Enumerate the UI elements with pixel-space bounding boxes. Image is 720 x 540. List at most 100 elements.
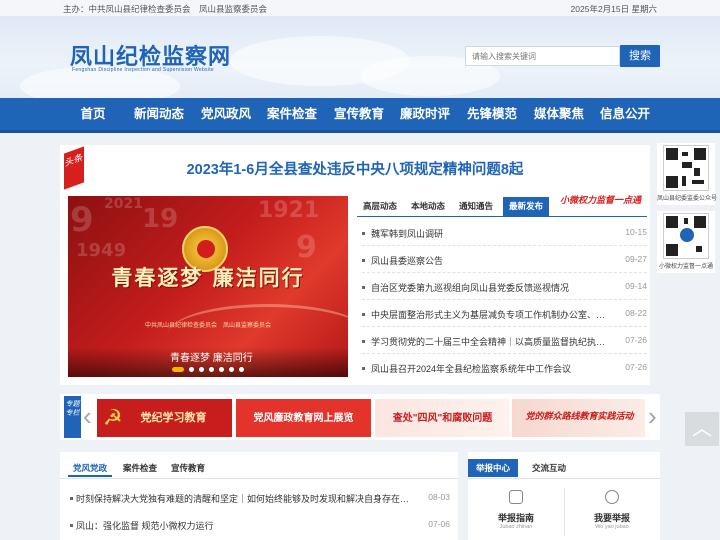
special-topics-label: 专题专栏 (64, 396, 81, 438)
topic-banner-mass-line[interactable]: 党的群众路线教育实践活动 (512, 399, 645, 437)
list-item[interactable]: 凤山县召开2024年全县纪检监察系统年中工作会议 07-26 (362, 362, 647, 376)
main-nav: 首页 新闻动态 党风政风 案件检查 宣传教育 廉政时评 先锋模范 媒体聚焦 信息… (0, 98, 720, 133)
decor-number: 9 (70, 200, 94, 240)
news-title[interactable]: 魏军韩到凤山调研 (371, 227, 606, 240)
tab-divider (60, 478, 458, 479)
news-title[interactable]: 凤山县召开2024年全县纪检监察系统年中工作会议 (371, 362, 606, 375)
back-to-top-icon[interactable]: ︿ (685, 412, 719, 446)
slide-calligraphy: 青春逐梦 廉洁同行 (111, 265, 305, 290)
decor-number: 2021 (104, 196, 143, 212)
decor-number: 1921 (258, 198, 320, 223)
slide-dot[interactable] (189, 367, 194, 372)
topic-banner-four-winds[interactable]: 查处"四风"和腐败问题 (375, 399, 510, 437)
tab-divider (468, 478, 660, 479)
tab-publicity[interactable]: 宣传教育 (166, 459, 210, 477)
tab-local-news[interactable]: 本地动态 (405, 197, 451, 216)
news-date: 07-06 (428, 519, 450, 529)
news-date: 10-15 (625, 227, 647, 237)
tab-party-style[interactable]: 党风党政 (68, 459, 112, 477)
slide-indicators (172, 364, 249, 375)
nav-item-publicity[interactable]: 宣传教育 (329, 98, 389, 130)
news-date: 09-27 (625, 254, 647, 264)
slide-caption[interactable]: 青春逐梦 廉洁同行 (170, 349, 253, 364)
tab-top-level-news[interactable]: 高层动态 (357, 197, 403, 216)
site-header: 凤山纪检监察网 Fengshan Discipline Inspection a… (0, 16, 720, 98)
nav-item-home[interactable]: 首页 (63, 98, 123, 130)
nav-item-party-style[interactable]: 党风政风 (196, 98, 256, 130)
tab-latest-releases[interactable]: 最新发布 (503, 197, 549, 216)
news-title[interactable]: 凤山县委巡察公告 (371, 254, 606, 267)
tab-underline (357, 216, 647, 217)
topic-banner-title: 党纪学习教育 (140, 412, 207, 424)
qr-label: 小微权力监督一点通 (658, 264, 713, 270)
qr-label: 凤山县纪委监委公众号 (657, 196, 718, 202)
slide-dot[interactable] (219, 367, 224, 372)
topic-banner-integrity-exhibition[interactable]: 党风廉政教育网上展览 (236, 399, 371, 437)
nav-item-news[interactable]: 新闻动态 (129, 98, 189, 130)
decor-number: 1949 (76, 240, 127, 261)
report-guide-button[interactable]: 举报指南 Jubao zhinan (468, 486, 564, 540)
current-date: 2025年2月15日 星期六 (570, 4, 657, 14)
nav-item-pioneers[interactable]: 先锋模范 (462, 98, 522, 130)
news-date: 08-22 (625, 308, 647, 318)
micro-power-link[interactable]: 小微权力监督一点通 (560, 193, 641, 206)
service-subtitle: Jubao zhinan (499, 524, 533, 530)
nav-item-info-disclosure[interactable]: 信息公开 (595, 98, 655, 130)
slide-org-text: 中共凤山县纪律检查委员会 凤山县监察委员会 (144, 323, 271, 329)
service-title: 我要举报 (593, 513, 630, 523)
news-date: 08-03 (428, 492, 450, 502)
document-icon (509, 490, 523, 504)
news-title[interactable]: 凤山：强化监督 规范小微权力运行 (76, 519, 416, 532)
slide-dot[interactable] (172, 367, 184, 372)
tab-report-center[interactable]: 举报中心 (468, 459, 518, 477)
search-button[interactable]: 搜索 (620, 45, 660, 67)
list-item[interactable]: 中央层面整治形式主义为基层减负专项工作机制办公室、… 08-22 (362, 308, 647, 322)
tab-case-inspection[interactable]: 案件检查 (118, 459, 162, 477)
bottom-news-panel: 党风党政 案件检查 宣传教育 时刻保持解决大党独有难题的清醒和坚定｜如何始终能够… (60, 452, 458, 540)
news-title[interactable]: 自治区党委第九巡视组向凤山县党委反馈巡视情况 (371, 281, 606, 294)
list-item[interactable]: 学习贯彻党的二十届三中全会精神｜以高质量监督执纪执… 07-26 (362, 335, 647, 349)
nav-item-media[interactable]: 媒体聚焦 (529, 98, 589, 130)
slide-dot[interactable] (209, 367, 214, 372)
news-title[interactable]: 中央层面整治形式主义为基层减负专项工作机制办公室、… (371, 308, 606, 321)
list-item[interactable]: 自治区党委第九巡视组向凤山县党委反馈巡视情况 09-14 (362, 281, 647, 295)
nav-item-integrity-commentary[interactable]: 廉政时评 (395, 98, 455, 130)
news-title[interactable]: 时刻保持解决大党独有难题的清醒和坚定｜如何始终能够及时发现和解决自身存在的… (76, 492, 416, 505)
top-bar: 主办：中共凤山县纪律检查委员会 凤山县监察委员会 2025年2月15日 星期六 (0, 0, 720, 16)
service-title: 举报指南 (497, 513, 534, 523)
nav-item-case-inspection[interactable]: 案件检查 (262, 98, 322, 130)
host-organization: 主办：中共凤山县纪律检查委员会 凤山县监察委员会 (63, 4, 268, 14)
qr-code-icon (663, 145, 709, 191)
news-date: 07-26 (625, 362, 647, 372)
search-input[interactable] (465, 46, 620, 66)
news-date: 09-14 (625, 281, 647, 291)
slide-dot[interactable] (199, 367, 204, 372)
list-item[interactable]: 凤山县委巡察公告 09-27 (362, 254, 647, 268)
slide-dot[interactable] (229, 367, 234, 372)
qr-micro-power[interactable]: 小微权力监督一点通 (657, 211, 715, 273)
headline-title[interactable]: 2023年1-6月全县查处违反中央八项规定精神问题8起 (60, 158, 650, 179)
list-item[interactable]: 魏军韩到凤山调研 10-15 (362, 227, 647, 241)
topic-banner-party-discipline[interactable]: ☭ 党纪学习教育 (97, 399, 232, 437)
topic-banner-title: 党的群众路线教育实践活动 (525, 411, 634, 421)
qr-wechat-official[interactable]: 凤山县纪委监委公众号 (657, 143, 718, 205)
news-title[interactable]: 学习贯彻党的二十届三中全会精神｜以高质量监督执纪执… (371, 335, 606, 348)
tab-interaction[interactable]: 交流互动 (524, 459, 574, 477)
submit-report-button[interactable]: 我要举报 Wo yao jubao (564, 486, 660, 540)
list-item[interactable]: 凤山：强化监督 规范小微权力运行 07-06 (70, 519, 450, 533)
decor-number: 9 (296, 230, 317, 265)
list-item[interactable]: 时刻保持解决大党独有难题的清醒和坚定｜如何始终能够及时发现和解决自身存在的… 08… (70, 492, 450, 506)
featured-slideshow[interactable]: 9 2021 19 1921 9 1949 青春逐梦 廉洁同行 中共凤山县纪律检… (68, 196, 348, 377)
chevron-left-icon[interactable]: ‹ (83, 398, 92, 434)
qr-code-icon (663, 213, 709, 259)
topic-banner-title: 党风廉政教育网上展览 (253, 413, 354, 424)
topic-banner-title: 查处"四风"和腐败问题 (392, 413, 493, 424)
chevron-right-icon[interactable]: › (648, 398, 657, 434)
decor-number: 19 (142, 204, 179, 234)
phone-icon (605, 490, 619, 504)
service-subtitle: Wo yao jubao (595, 524, 629, 530)
site-logo-subtitle: Fengshan Discipline Inspection and Super… (72, 67, 215, 73)
slide-dot[interactable] (239, 367, 244, 372)
tab-notices[interactable]: 通知通告 (453, 197, 499, 216)
news-date: 07-26 (625, 335, 647, 345)
